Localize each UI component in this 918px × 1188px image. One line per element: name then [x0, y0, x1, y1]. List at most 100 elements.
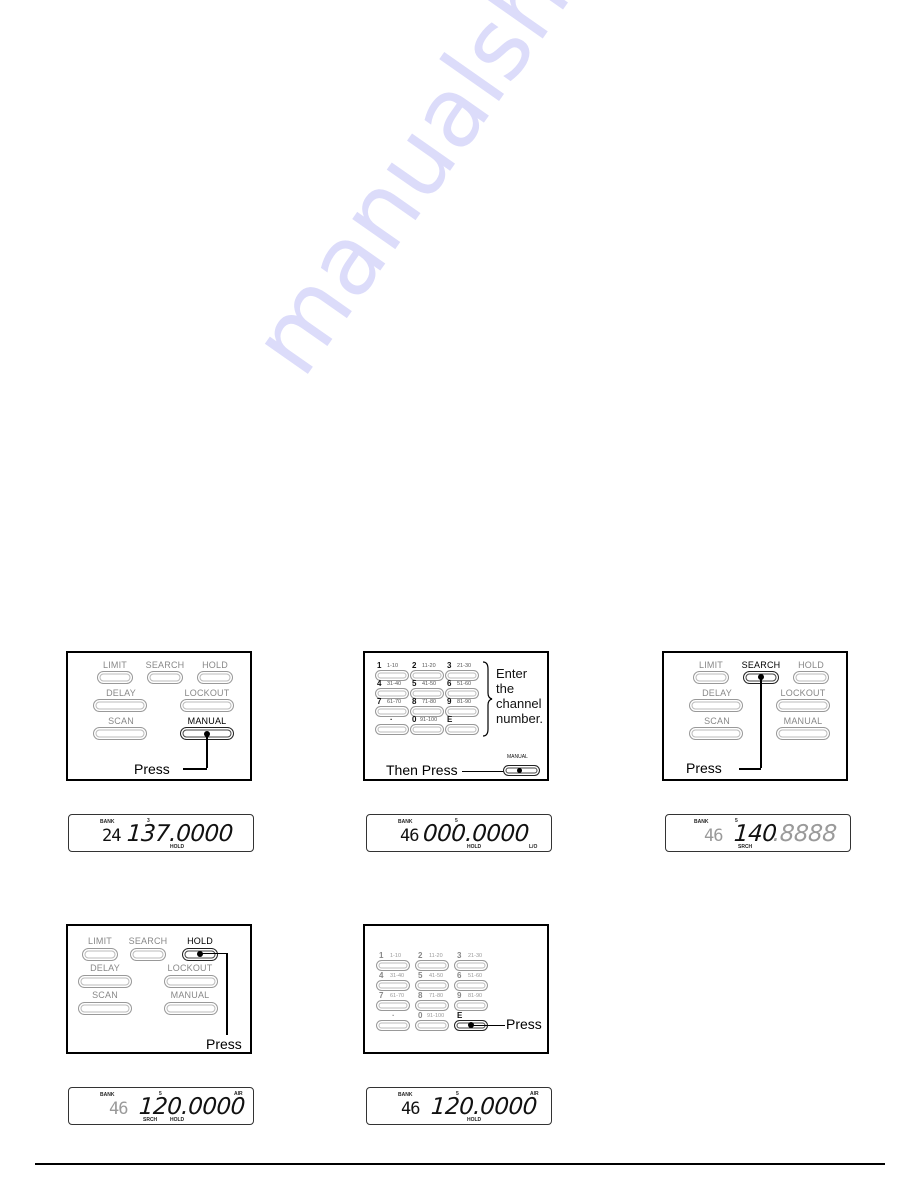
hold-indicator: HOLD: [170, 1117, 185, 1123]
hold-indicator: HOLD: [170, 844, 185, 850]
lockout-button[interactable]: [180, 699, 234, 712]
key-5-button[interactable]: [415, 980, 449, 991]
key-8-button[interactable]: [415, 1000, 449, 1011]
key-9-range: 81-90: [468, 993, 483, 999]
delay-label: DELAY: [702, 688, 732, 698]
press-callout: Press: [506, 1016, 542, 1032]
lcd-display-5: BANK 5 AIR 46 120.0000 HOLD: [366, 1087, 552, 1125]
scan-label: SCAN: [108, 716, 134, 726]
limit-button[interactable]: [693, 671, 729, 684]
key-7-label: 7: [379, 991, 384, 1000]
key-3-range: 21-30: [457, 663, 472, 669]
bank-indicator: BANK: [100, 819, 115, 825]
manual-button[interactable]: [164, 1002, 218, 1015]
panel-press-search: LIMIT SEARCH HOLD DELAY LOCKOUT SCAN MAN…: [662, 651, 848, 781]
footer-divider: [35, 1163, 885, 1165]
instruction-line: channel: [496, 696, 542, 711]
callout-line: [739, 768, 761, 770]
brace-icon: [482, 661, 493, 737]
delay-button[interactable]: [689, 699, 743, 712]
delay-button[interactable]: [93, 699, 147, 712]
key-8-range: 71-80: [429, 993, 444, 999]
bank-indicator: BANK: [398, 819, 413, 825]
limit-button[interactable]: [82, 948, 118, 961]
hold-button[interactable]: [197, 671, 233, 684]
key-0-button[interactable]: [410, 724, 444, 735]
key-1-range: 1-10: [387, 663, 399, 669]
key-4-range: 31-40: [387, 681, 402, 687]
key-dot-button[interactable]: [376, 1020, 410, 1031]
press-callout: Press: [686, 760, 722, 776]
scan-button[interactable]: [689, 727, 743, 740]
key-8-range: 71-80: [422, 699, 437, 705]
press-callout: Press: [206, 1036, 242, 1052]
key-2-range: 11-20: [429, 953, 443, 959]
key-2-button[interactable]: [415, 960, 449, 971]
bank-number: 46: [400, 826, 420, 846]
key-4-label: 4: [377, 679, 382, 688]
key-5-label: 5: [412, 679, 417, 688]
key-7-button[interactable]: [376, 1000, 410, 1011]
key-3-range: 21-30: [468, 953, 483, 959]
hold-indicator: HOLD: [467, 844, 482, 850]
callout-line: [206, 734, 208, 768]
key-7-range: 61-70: [387, 699, 402, 705]
hold-label: HOLD: [202, 660, 228, 670]
key-0-label: 0: [418, 1011, 423, 1020]
key-4-button[interactable]: [376, 980, 410, 991]
key-1-button[interactable]: [376, 960, 410, 971]
bank-number: 46: [704, 826, 724, 846]
key-6-button[interactable]: [454, 980, 488, 991]
search-button[interactable]: [147, 671, 183, 684]
callout-line: [760, 678, 762, 768]
frequency-readout-dim: .8888: [772, 821, 838, 847]
key-9-label: 9: [447, 697, 452, 706]
key-8-label: 8: [412, 697, 417, 706]
delay-button[interactable]: [78, 975, 132, 988]
lockout-label: LOCKOUT: [184, 688, 230, 698]
key-dot-button[interactable]: [375, 724, 409, 735]
manual-button[interactable]: [776, 727, 830, 740]
callout-line: [473, 1025, 505, 1026]
scan-button[interactable]: [93, 727, 147, 740]
hold-indicator: HOLD: [467, 1117, 482, 1123]
search-indicator: SRCH: [738, 844, 753, 850]
hold-button[interactable]: [793, 671, 829, 684]
key-4-range: 31-40: [390, 973, 405, 979]
key-e-label: E: [457, 1011, 463, 1020]
key-3-button[interactable]: [454, 960, 488, 971]
key-e-button[interactable]: [445, 724, 479, 735]
key-5-range: 41-50: [429, 973, 444, 979]
instruction-line: Enter: [496, 666, 528, 681]
callout-line: [462, 771, 507, 772]
key-e-label: E: [447, 715, 453, 724]
bank-number: 46: [401, 1099, 421, 1119]
key-9-button[interactable]: [454, 1000, 488, 1011]
key-0-button[interactable]: [415, 1020, 449, 1031]
bank-number: 24: [102, 826, 122, 846]
scan-button[interactable]: [78, 1002, 132, 1015]
key-5-range: 41-50: [422, 681, 437, 687]
key-0-range: 91-100: [420, 717, 438, 723]
key-3-label: 3: [457, 951, 462, 960]
key-dot-label: ·: [392, 1011, 395, 1020]
lcd-display-2: BANK 5 46 000.0000 HOLD L/O: [366, 814, 552, 852]
key-1-label: 1: [377, 661, 382, 670]
bank-number: 46: [109, 1099, 129, 1119]
manual-label: MANUAL: [507, 754, 528, 760]
key-6-range: 51-60: [457, 681, 472, 687]
scan-label: SCAN: [704, 716, 730, 726]
key-6-label: 6: [457, 971, 462, 980]
delay-label: DELAY: [90, 963, 120, 973]
panel-press-hold: LIMIT SEARCH HOLD DELAY LOCKOUT SCAN MAN…: [66, 924, 252, 1054]
manual-label: MANUAL: [170, 990, 210, 1000]
manual-label: MANUAL: [187, 716, 227, 726]
lockout-button[interactable]: [164, 975, 218, 988]
press-point-icon: [197, 951, 203, 957]
lockout-button[interactable]: [776, 699, 830, 712]
limit-button[interactable]: [97, 671, 133, 684]
search-button[interactable]: [130, 948, 166, 961]
lockout-label: LOCKOUT: [780, 688, 826, 698]
key-5-label: 5: [418, 971, 423, 980]
key-2-range: 11-20: [422, 663, 436, 669]
